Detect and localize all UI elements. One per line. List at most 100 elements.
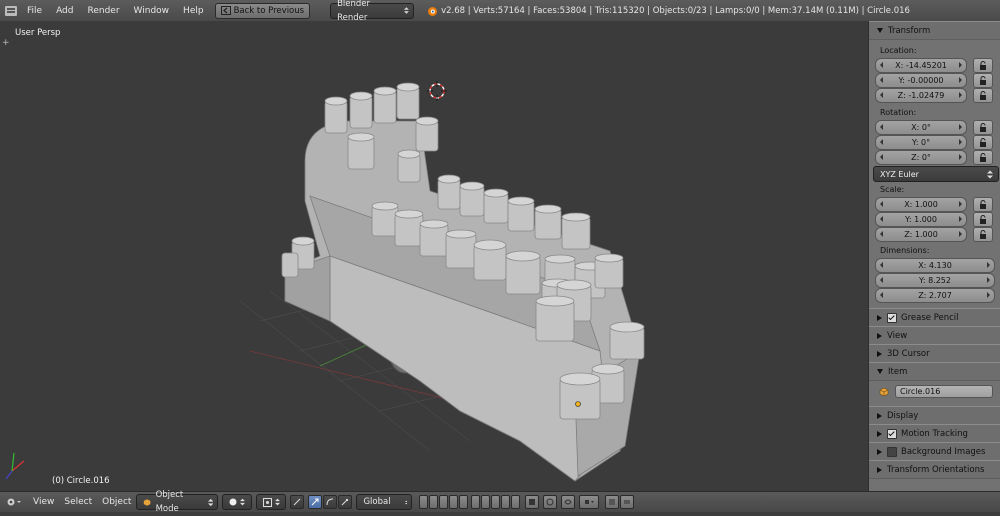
lock-location-y-icon[interactable] xyxy=(973,73,993,88)
location-x-field[interactable]: X: -14.45201 xyxy=(875,58,967,73)
motion-tracking-panel-header[interactable]: Motion Tracking xyxy=(869,424,1000,443)
grease-pencil-label: Grease Pencil xyxy=(901,312,959,323)
layer-button-10[interactable] xyxy=(511,495,521,509)
item-name-field[interactable]: Circle.016 xyxy=(895,385,993,398)
proportional-editing-icon[interactable] xyxy=(543,495,558,509)
transform-orientation-select[interactable]: Global xyxy=(356,494,413,510)
rotation-x-field[interactable]: X: 0° xyxy=(875,120,967,135)
back-to-previous-label: Back to Previous xyxy=(233,5,305,16)
menu-render[interactable]: Render xyxy=(81,6,127,16)
location-y-field[interactable]: Y: -0.00000 xyxy=(875,73,967,88)
layer-button-1[interactable] xyxy=(419,495,429,509)
scale-x-field[interactable]: X: 1.000 xyxy=(875,197,967,212)
3d-viewport[interactable]: User Persp + (0) Circle.016 xyxy=(0,21,868,491)
dimensions-x-field[interactable]: X: 4.130 xyxy=(875,258,995,273)
menu-view[interactable]: View xyxy=(28,497,59,507)
menu-help[interactable]: Help xyxy=(176,6,211,16)
layer-button-9[interactable] xyxy=(501,495,511,509)
info-editor-icon[interactable] xyxy=(4,4,18,18)
view-panel-label: View xyxy=(887,330,908,341)
scale-z-field[interactable]: Z: 1.000 xyxy=(875,227,967,242)
background-images-label: Background Images xyxy=(901,446,986,457)
solid-shading-icon xyxy=(229,498,237,506)
rotation-label: Rotation: xyxy=(880,108,917,117)
motion-tracking-label: Motion Tracking xyxy=(901,428,968,439)
viewport-header: View Select Object Object Mode Global xyxy=(0,490,1000,514)
menu-add[interactable]: Add xyxy=(49,6,80,16)
layer-button-5[interactable] xyxy=(459,495,469,509)
location-z-field[interactable]: Z: -1.02479 xyxy=(875,88,967,103)
rotation-y-field[interactable]: Y: 0° xyxy=(875,135,967,150)
motion-tracking-checkbox[interactable] xyxy=(887,428,897,439)
snap-element-icon[interactable] xyxy=(579,495,600,509)
render-preview-icon[interactable] xyxy=(605,495,620,509)
lock-camera-layers-icon[interactable] xyxy=(525,495,540,509)
lock-location-x-icon[interactable] xyxy=(973,58,993,73)
lock-location-z-icon[interactable] xyxy=(973,88,993,103)
menu-object[interactable]: Object xyxy=(97,497,136,507)
3d-cursor-icon[interactable] xyxy=(427,81,447,101)
layer-button-8[interactable] xyxy=(491,495,501,509)
display-panel-label: Display xyxy=(887,410,919,421)
rotate-manipulator-icon[interactable] xyxy=(323,495,338,509)
item-name-value: Circle.016 xyxy=(900,387,941,396)
view-panel-header[interactable]: View xyxy=(869,326,1000,345)
transform-orientations-panel-header[interactable]: Transform Orientations xyxy=(869,460,1000,479)
lock-scale-y-icon[interactable] xyxy=(973,212,993,227)
manipulator-toggle-icon[interactable] xyxy=(290,495,305,509)
3d-cursor-panel-header[interactable]: 3D Cursor xyxy=(869,344,1000,363)
lock-rotation-x-icon[interactable] xyxy=(973,120,993,135)
background-images-panel-header[interactable]: Background Images xyxy=(869,442,1000,461)
display-panel-header[interactable]: Display xyxy=(869,406,1000,425)
layer-button-4[interactable] xyxy=(449,495,459,509)
layer-button-3[interactable] xyxy=(439,495,449,509)
location-z-value: Z: -1.02479 xyxy=(897,91,945,100)
rotation-y-value: Y: 0° xyxy=(911,138,931,147)
dimensions-z-field[interactable]: Z: 2.707 xyxy=(875,288,995,303)
transform-header-label: Transform xyxy=(888,25,931,36)
render-animation-icon[interactable] xyxy=(620,495,635,509)
item-panel-label: Item xyxy=(888,366,908,377)
expand-triangle-icon xyxy=(877,412,882,419)
expand-triangle-icon xyxy=(877,314,882,321)
scene-statistics: v2.68 | Verts:57164 | Faces:53804 | Tris… xyxy=(441,5,910,16)
collapse-triangle-icon xyxy=(877,369,883,374)
lock-scale-x-icon[interactable] xyxy=(973,197,993,212)
rotation-z-field[interactable]: Z: 0° xyxy=(875,150,967,165)
menu-select[interactable]: Select xyxy=(59,497,97,507)
viewport-shading-select[interactable] xyxy=(222,494,253,510)
editor-type-icon[interactable] xyxy=(6,496,28,508)
scale-z-value: Z: 1.000 xyxy=(904,230,938,239)
transform-panel-header[interactable]: Transform xyxy=(869,21,1000,40)
lock-rotation-z-icon[interactable] xyxy=(973,150,993,165)
render-engine-select[interactable]: Blender Render xyxy=(330,0,415,23)
dimensions-y-value: Y: 8.252 xyxy=(919,276,951,285)
pivot-point-select[interactable] xyxy=(256,494,287,510)
layer-button-6[interactable] xyxy=(471,495,481,509)
item-panel-header[interactable]: Item xyxy=(869,362,1000,381)
menu-file[interactable]: File xyxy=(20,6,49,16)
translate-manipulator-icon[interactable] xyxy=(308,495,323,509)
grease-pencil-panel-header[interactable]: Grease Pencil xyxy=(869,308,1000,327)
scale-label: Scale: xyxy=(880,185,905,194)
layer-button-2[interactable] xyxy=(429,495,439,509)
interaction-mode-label: Object Mode xyxy=(155,490,184,514)
transform-orientations-label: Transform Orientations xyxy=(887,464,985,475)
scale-manipulator-icon[interactable] xyxy=(338,495,353,509)
lock-scale-z-icon[interactable] xyxy=(973,227,993,242)
active-object-label: (0) Circle.016 xyxy=(52,476,110,486)
background-images-checkbox[interactable] xyxy=(887,446,897,457)
interaction-mode-select[interactable]: Object Mode xyxy=(136,490,219,514)
pivot-icon xyxy=(263,497,273,507)
scale-y-field[interactable]: Y: 1.000 xyxy=(875,212,967,227)
grease-pencil-checkbox[interactable] xyxy=(887,312,897,323)
dimensions-y-field[interactable]: Y: 8.252 xyxy=(875,273,995,288)
layer-button-7[interactable] xyxy=(481,495,491,509)
rotation-mode-select[interactable]: XYZ Euler xyxy=(873,166,999,182)
scene-model[interactable] xyxy=(0,21,868,491)
back-arrow-icon xyxy=(220,6,231,15)
back-to-previous-button[interactable]: Back to Previous xyxy=(214,2,311,19)
lock-rotation-y-icon[interactable] xyxy=(973,135,993,150)
snap-toggle-icon[interactable] xyxy=(561,495,576,509)
menu-window[interactable]: Window xyxy=(127,6,177,16)
